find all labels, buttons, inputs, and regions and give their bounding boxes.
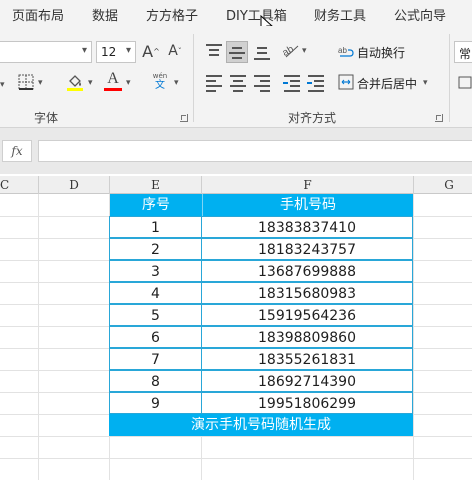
number-format-value: 常	[459, 47, 472, 61]
chevron-down-icon[interactable]: ▾	[423, 78, 428, 88]
table-cell-phone[interactable]: 19951806299	[201, 392, 413, 414]
grid-line	[38, 194, 39, 480]
group-separator	[449, 34, 450, 122]
table-header-phone[interactable]: 手机号码	[202, 194, 413, 216]
tab-page-layout[interactable]: 页面布局	[12, 5, 64, 24]
table-cell-phone[interactable]: 18315680983	[201, 282, 413, 304]
tab-fangfang-grid[interactable]: 方方格子	[146, 5, 198, 24]
number-format-combo[interactable]: 常	[454, 41, 472, 63]
alignment-group-label: 对齐方式	[288, 111, 337, 125]
chevron-down-icon[interactable]: ▾	[88, 78, 93, 88]
formula-bar-area: fx	[0, 128, 472, 174]
column-divider	[38, 176, 39, 194]
table-cell-index[interactable]: 3	[109, 260, 202, 282]
ribbon-home: ▾ 12 ▾ A ^ Aˇ ▾ ▾ ▾ A ▾ wén 文 ▾ 字体 ab ▾ …	[0, 26, 472, 128]
shrink-font-icon: A	[168, 43, 178, 59]
chevron-down-icon[interactable]: ▾	[0, 80, 5, 90]
column-divider	[201, 176, 202, 194]
svg-text:ab: ab	[338, 46, 347, 55]
table-cell-index[interactable]: 6	[109, 326, 202, 348]
table-cell-index[interactable]: 4	[109, 282, 202, 304]
fill-color-icon[interactable]	[66, 72, 84, 92]
group-separator	[193, 34, 194, 122]
phonetic-top-text: wén	[152, 72, 168, 80]
decrease-indent-icon[interactable]	[282, 72, 302, 92]
align-top-icon[interactable]	[204, 42, 224, 62]
table-cell-phone[interactable]: 18355261831	[201, 348, 413, 370]
align-left-icon[interactable]	[204, 72, 224, 92]
chevron-down-icon: ▾	[125, 45, 131, 56]
table-cell-index[interactable]: 2	[109, 238, 202, 260]
column-header-g[interactable]: G	[414, 176, 472, 194]
font-group-label: 字体	[34, 111, 59, 125]
column-divider	[109, 176, 110, 194]
table-cell-index[interactable]: 7	[109, 348, 202, 370]
font-name-combo[interactable]: ▾	[0, 41, 92, 63]
tab-data[interactable]: 数据	[92, 5, 118, 24]
column-header-e[interactable]: E	[110, 176, 201, 194]
percent-format-icon[interactable]	[458, 74, 472, 90]
align-center-icon[interactable]	[228, 72, 248, 92]
align-middle-icon[interactable]	[226, 41, 248, 63]
grid-line	[0, 436, 472, 437]
text-orientation-icon[interactable]: ab	[282, 42, 300, 58]
phonetic-guide-button[interactable]: wén 文	[150, 72, 170, 92]
formula-input[interactable]	[38, 140, 472, 162]
align-bottom-icon[interactable]	[252, 42, 272, 62]
font-color-bar	[104, 88, 122, 91]
chevron-down-icon: ▾	[81, 45, 87, 56]
merge-center-button[interactable]: 合并后居中	[357, 75, 417, 92]
chevron-down-icon[interactable]: ▾	[126, 78, 131, 88]
wrap-text-button[interactable]: 自动换行	[357, 44, 405, 61]
align-right-icon[interactable]	[252, 72, 272, 92]
chevron-down-icon[interactable]: ▾	[38, 78, 43, 88]
column-divider	[413, 176, 414, 194]
table-footer-merged-cell[interactable]: 演示手机号码随机生成	[109, 414, 413, 436]
increase-indent-icon[interactable]	[306, 72, 326, 92]
tab-formula-wizard[interactable]: 公式向导	[394, 5, 446, 24]
table-cell-index[interactable]: 8	[109, 370, 202, 392]
phonetic-bottom-text: 文	[155, 80, 165, 91]
tab-diy-toolbox[interactable]: DIY工具箱	[226, 5, 287, 24]
column-header-d[interactable]: D	[39, 176, 109, 194]
svg-text:ab: ab	[282, 44, 296, 58]
chevron-down-icon[interactable]: ▾	[302, 46, 307, 56]
alignment-dialog-launcher-icon[interactable]	[435, 114, 443, 122]
insert-function-button[interactable]: fx	[2, 140, 32, 162]
table-cell-phone[interactable]: 15919564236	[201, 304, 413, 326]
table-cell-index[interactable]: 9	[109, 392, 202, 414]
font-color-button[interactable]: A	[104, 70, 122, 88]
table-cell-index[interactable]: 5	[109, 304, 202, 326]
merge-center-icon[interactable]	[338, 74, 354, 90]
table-cell-phone[interactable]: 18398809860	[201, 326, 413, 348]
table-cell-phone[interactable]: 18383837410	[201, 216, 413, 238]
grow-font-icon: A	[142, 41, 154, 61]
tab-finance-tools[interactable]: 财务工具	[314, 5, 366, 24]
decrease-font-size-button[interactable]: Aˇ	[166, 40, 184, 62]
grid-line	[0, 458, 472, 459]
chevron-down-icon[interactable]: ▾	[174, 78, 179, 88]
font-color-icon: A	[107, 70, 119, 87]
wrap-text-icon[interactable]: ab	[338, 44, 354, 60]
grid-line	[413, 194, 414, 480]
table-header-index[interactable]: 序号	[110, 194, 202, 216]
font-size-combo[interactable]: 12 ▾	[96, 41, 136, 63]
table-cell-phone[interactable]: 13687699888	[201, 260, 413, 282]
borders-icon[interactable]	[18, 74, 34, 90]
column-header-f[interactable]: F	[202, 176, 413, 194]
table-cell-phone[interactable]: 18692714390	[201, 370, 413, 392]
ribbon-tab-bar: 页面布局 数据 方方格子 DIY工具箱 财务工具 公式向导	[0, 0, 472, 26]
font-dialog-launcher-icon[interactable]	[180, 114, 188, 122]
table-cell-phone[interactable]: 18183243757	[201, 238, 413, 260]
column-header-c[interactable]: C	[0, 176, 38, 194]
font-size-value: 12	[101, 45, 117, 59]
table-cell-index[interactable]: 1	[109, 216, 202, 238]
increase-font-size-button[interactable]: A ^	[142, 40, 160, 62]
